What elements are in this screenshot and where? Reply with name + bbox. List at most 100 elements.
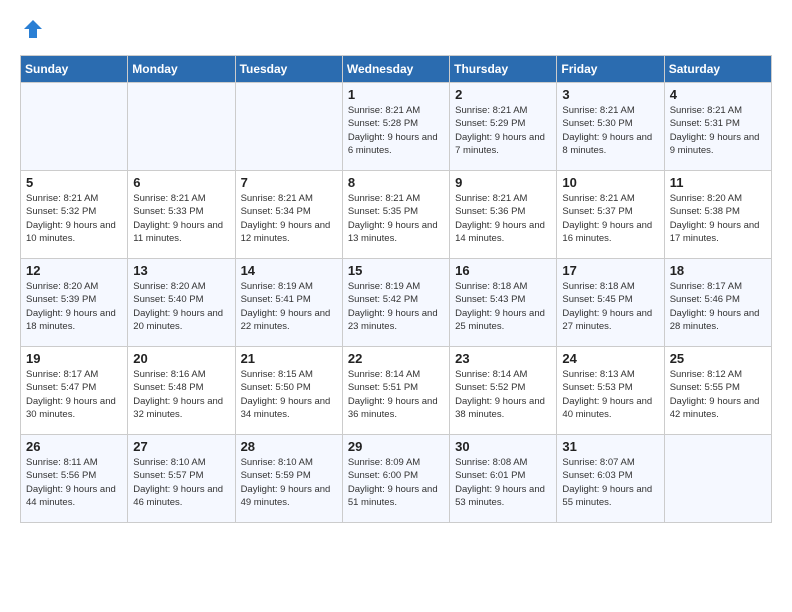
- day-info: Sunrise: 8:19 AMSunset: 5:41 PMDaylight:…: [241, 280, 338, 333]
- calendar-cell: [664, 435, 771, 523]
- calendar-cell: 28 Sunrise: 8:10 AMSunset: 5:59 PMDayligh…: [235, 435, 342, 523]
- day-number: 13: [133, 263, 230, 278]
- day-info: Sunrise: 8:21 AMSunset: 5:37 PMDaylight:…: [562, 192, 659, 245]
- day-info: Sunrise: 8:16 AMSunset: 5:48 PMDaylight:…: [133, 368, 230, 421]
- day-number: 10: [562, 175, 659, 190]
- calendar-cell: 17 Sunrise: 8:18 AMSunset: 5:45 PMDayligh…: [557, 259, 664, 347]
- logo-icon: [22, 18, 44, 40]
- logo: [20, 18, 44, 45]
- weekday-header-row: SundayMondayTuesdayWednesdayThursdayFrid…: [21, 56, 772, 83]
- day-number: 30: [455, 439, 552, 454]
- day-number: 22: [348, 351, 445, 366]
- calendar-cell: 11 Sunrise: 8:20 AMSunset: 5:38 PMDayligh…: [664, 171, 771, 259]
- day-info: Sunrise: 8:10 AMSunset: 5:59 PMDaylight:…: [241, 456, 338, 509]
- day-info: Sunrise: 8:14 AMSunset: 5:51 PMDaylight:…: [348, 368, 445, 421]
- calendar-week-row: 12Sunrise: 8:20 AMSunset: 5:39 PMDayligh…: [21, 259, 772, 347]
- day-number: 8: [348, 175, 445, 190]
- day-number: 28: [241, 439, 338, 454]
- day-number: 17: [562, 263, 659, 278]
- day-info: Sunrise: 8:18 AMSunset: 5:45 PMDaylight:…: [562, 280, 659, 333]
- day-number: 1: [348, 87, 445, 102]
- calendar-cell: 18Sunrise: 8:17 AMSunset: 5:46 PMDayligh…: [664, 259, 771, 347]
- day-info: Sunrise: 8:19 AMSunset: 5:42 PMDaylight:…: [348, 280, 445, 333]
- day-info: Sunrise: 8:21 AMSunset: 5:36 PMDaylight:…: [455, 192, 552, 245]
- calendar-week-row: 1 Sunrise: 8:21 AMSunset: 5:28 PMDaylight…: [21, 83, 772, 171]
- day-number: 19: [26, 351, 123, 366]
- calendar-cell: 25 Sunrise: 8:12 AMSunset: 5:55 PMDayligh…: [664, 347, 771, 435]
- weekday-header-cell: Wednesday: [342, 56, 449, 83]
- calendar-cell: 15 Sunrise: 8:19 AMSunset: 5:42 PMDayligh…: [342, 259, 449, 347]
- calendar-cell: 2 Sunrise: 8:21 AMSunset: 5:29 PMDaylight…: [450, 83, 557, 171]
- day-info: Sunrise: 8:18 AMSunset: 5:43 PMDaylight:…: [455, 280, 552, 333]
- day-info: Sunrise: 8:20 AMSunset: 5:40 PMDaylight:…: [133, 280, 230, 333]
- day-number: 5: [26, 175, 123, 190]
- day-info: Sunrise: 8:07 AMSunset: 6:03 PMDaylight:…: [562, 456, 659, 509]
- calendar-cell: 29 Sunrise: 8:09 AMSunset: 6:00 PMDayligh…: [342, 435, 449, 523]
- day-info: Sunrise: 8:21 AMSunset: 5:29 PMDaylight:…: [455, 104, 552, 157]
- day-number: 15: [348, 263, 445, 278]
- calendar-cell: [235, 83, 342, 171]
- logo-text: [20, 18, 44, 45]
- day-info: Sunrise: 8:21 AMSunset: 5:32 PMDaylight:…: [26, 192, 123, 245]
- calendar-cell: [21, 83, 128, 171]
- calendar-cell: 1 Sunrise: 8:21 AMSunset: 5:28 PMDaylight…: [342, 83, 449, 171]
- day-info: Sunrise: 8:13 AMSunset: 5:53 PMDaylight:…: [562, 368, 659, 421]
- calendar-cell: 13 Sunrise: 8:20 AMSunset: 5:40 PMDayligh…: [128, 259, 235, 347]
- day-info: Sunrise: 8:11 AMSunset: 5:56 PMDaylight:…: [26, 456, 123, 509]
- calendar-page: SundayMondayTuesdayWednesdayThursdayFrid…: [0, 0, 792, 541]
- day-number: 14: [241, 263, 338, 278]
- calendar-cell: 14 Sunrise: 8:19 AMSunset: 5:41 PMDayligh…: [235, 259, 342, 347]
- weekday-header-cell: Saturday: [664, 56, 771, 83]
- calendar-cell: 8Sunrise: 8:21 AMSunset: 5:35 PMDaylight…: [342, 171, 449, 259]
- calendar-cell: [128, 83, 235, 171]
- calendar-cell: 6 Sunrise: 8:21 AMSunset: 5:33 PMDaylight…: [128, 171, 235, 259]
- calendar-cell: 24 Sunrise: 8:13 AMSunset: 5:53 PMDayligh…: [557, 347, 664, 435]
- calendar-cell: 21Sunrise: 8:15 AMSunset: 5:50 PMDayligh…: [235, 347, 342, 435]
- day-number: 9: [455, 175, 552, 190]
- day-info: Sunrise: 8:09 AMSunset: 6:00 PMDaylight:…: [348, 456, 445, 509]
- calendar-cell: 12Sunrise: 8:20 AMSunset: 5:39 PMDayligh…: [21, 259, 128, 347]
- day-info: Sunrise: 8:21 AMSunset: 5:31 PMDaylight:…: [670, 104, 767, 157]
- day-number: 24: [562, 351, 659, 366]
- weekday-header-cell: Monday: [128, 56, 235, 83]
- calendar-cell: 5 Sunrise: 8:21 AMSunset: 5:32 PMDaylight…: [21, 171, 128, 259]
- calendar-week-row: 26 Sunrise: 8:11 AMSunset: 5:56 PMDayligh…: [21, 435, 772, 523]
- weekday-header-cell: Thursday: [450, 56, 557, 83]
- day-number: 12: [26, 263, 123, 278]
- day-number: 29: [348, 439, 445, 454]
- day-info: Sunrise: 8:12 AMSunset: 5:55 PMDaylight:…: [670, 368, 767, 421]
- day-number: 26: [26, 439, 123, 454]
- calendar-cell: 19 Sunrise: 8:17 AMSunset: 5:47 PMDayligh…: [21, 347, 128, 435]
- page-header: [20, 18, 772, 45]
- day-number: 6: [133, 175, 230, 190]
- day-info: Sunrise: 8:21 AMSunset: 5:34 PMDaylight:…: [241, 192, 338, 245]
- weekday-header-cell: Sunday: [21, 56, 128, 83]
- calendar-cell: 23Sunrise: 8:14 AMSunset: 5:52 PMDayligh…: [450, 347, 557, 435]
- weekday-header-cell: Tuesday: [235, 56, 342, 83]
- calendar-cell: 4 Sunrise: 8:21 AMSunset: 5:31 PMDaylight…: [664, 83, 771, 171]
- calendar-cell: 3 Sunrise: 8:21 AMSunset: 5:30 PMDaylight…: [557, 83, 664, 171]
- calendar-cell: 9 Sunrise: 8:21 AMSunset: 5:36 PMDaylight…: [450, 171, 557, 259]
- day-number: 7: [241, 175, 338, 190]
- day-number: 31: [562, 439, 659, 454]
- day-info: Sunrise: 8:21 AMSunset: 5:33 PMDaylight:…: [133, 192, 230, 245]
- day-info: Sunrise: 8:10 AMSunset: 5:57 PMDaylight:…: [133, 456, 230, 509]
- calendar-header: SundayMondayTuesdayWednesdayThursdayFrid…: [21, 56, 772, 83]
- calendar-cell: 10 Sunrise: 8:21 AMSunset: 5:37 PMDayligh…: [557, 171, 664, 259]
- calendar-cell: 16Sunrise: 8:18 AMSunset: 5:43 PMDayligh…: [450, 259, 557, 347]
- day-number: 4: [670, 87, 767, 102]
- day-info: Sunrise: 8:21 AMSunset: 5:30 PMDaylight:…: [562, 104, 659, 157]
- day-number: 3: [562, 87, 659, 102]
- day-number: 25: [670, 351, 767, 366]
- day-number: 11: [670, 175, 767, 190]
- calendar-table: SundayMondayTuesdayWednesdayThursdayFrid…: [20, 55, 772, 523]
- calendar-cell: 7 Sunrise: 8:21 AMSunset: 5:34 PMDaylight…: [235, 171, 342, 259]
- day-info: Sunrise: 8:21 AMSunset: 5:28 PMDaylight:…: [348, 104, 445, 157]
- day-number: 21: [241, 351, 338, 366]
- day-number: 2: [455, 87, 552, 102]
- day-number: 20: [133, 351, 230, 366]
- day-info: Sunrise: 8:20 AMSunset: 5:38 PMDaylight:…: [670, 192, 767, 245]
- calendar-cell: 26 Sunrise: 8:11 AMSunset: 5:56 PMDayligh…: [21, 435, 128, 523]
- day-info: Sunrise: 8:17 AMSunset: 5:47 PMDaylight:…: [26, 368, 123, 421]
- calendar-week-row: 5 Sunrise: 8:21 AMSunset: 5:32 PMDaylight…: [21, 171, 772, 259]
